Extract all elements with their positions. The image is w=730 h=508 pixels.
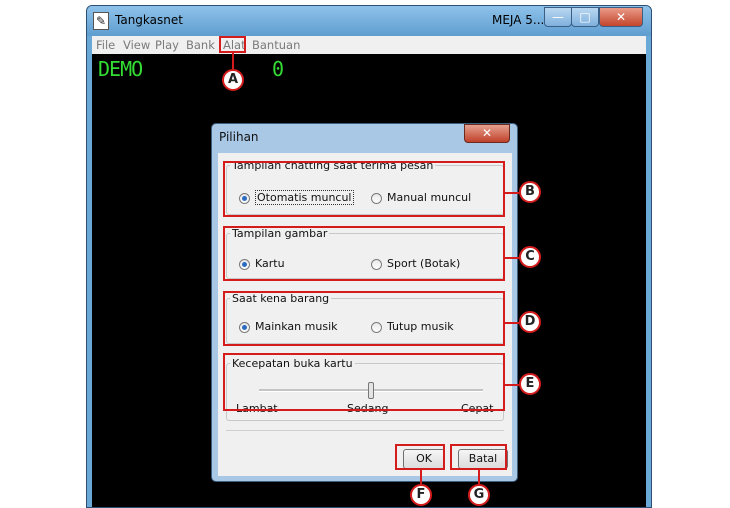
callout-g: G (468, 484, 490, 506)
callout-line-a (232, 53, 234, 69)
callout-b: B (519, 181, 541, 203)
menu-view[interactable]: View (123, 38, 150, 52)
callout-line-e (505, 384, 519, 386)
callout-line-c (505, 257, 519, 259)
highlight-box-barang (223, 291, 505, 346)
callout-f: F (410, 484, 432, 506)
table-title: MEJA 5... (492, 13, 545, 27)
callout-a: A (222, 69, 244, 91)
highlight-box-speed (223, 353, 505, 411)
highlight-box-ok (395, 444, 445, 470)
app-title: Tangkasnet (115, 13, 183, 27)
callout-line-d (505, 322, 519, 324)
dialog-title: Pilihan (219, 130, 259, 144)
callout-line-f (420, 470, 422, 484)
callout-e: E (519, 373, 541, 395)
divider (226, 430, 504, 431)
maximize-button[interactable]: □ (571, 7, 599, 27)
menu-play[interactable]: Play (155, 38, 179, 52)
dialog-close-button[interactable]: ✕ (464, 124, 510, 143)
menu-file[interactable]: File (96, 38, 115, 52)
highlight-box-alat (219, 36, 246, 53)
highlight-box-gambar (223, 226, 505, 281)
title-bar[interactable]: ✎ Tangkasnet MEJA 5... — □ ✕ (87, 6, 651, 36)
highlight-box-batal (450, 444, 507, 470)
callout-line-b (505, 192, 519, 194)
minimize-button[interactable]: — (544, 7, 572, 27)
callout-d: D (519, 311, 541, 333)
highlight-box-chatting (223, 161, 505, 217)
menu-bar: File View Play Bank Alat Bantuan (92, 36, 646, 54)
menu-bank[interactable]: Bank (186, 38, 215, 52)
callout-c: C (519, 246, 541, 268)
close-button[interactable]: ✕ (599, 7, 643, 27)
menu-bantuan[interactable]: Bantuan (252, 38, 300, 52)
callout-line-g (478, 470, 480, 484)
score-value: 0 (272, 57, 285, 81)
app-icon: ✎ (93, 12, 109, 30)
mode-label: DEMO (98, 57, 143, 81)
